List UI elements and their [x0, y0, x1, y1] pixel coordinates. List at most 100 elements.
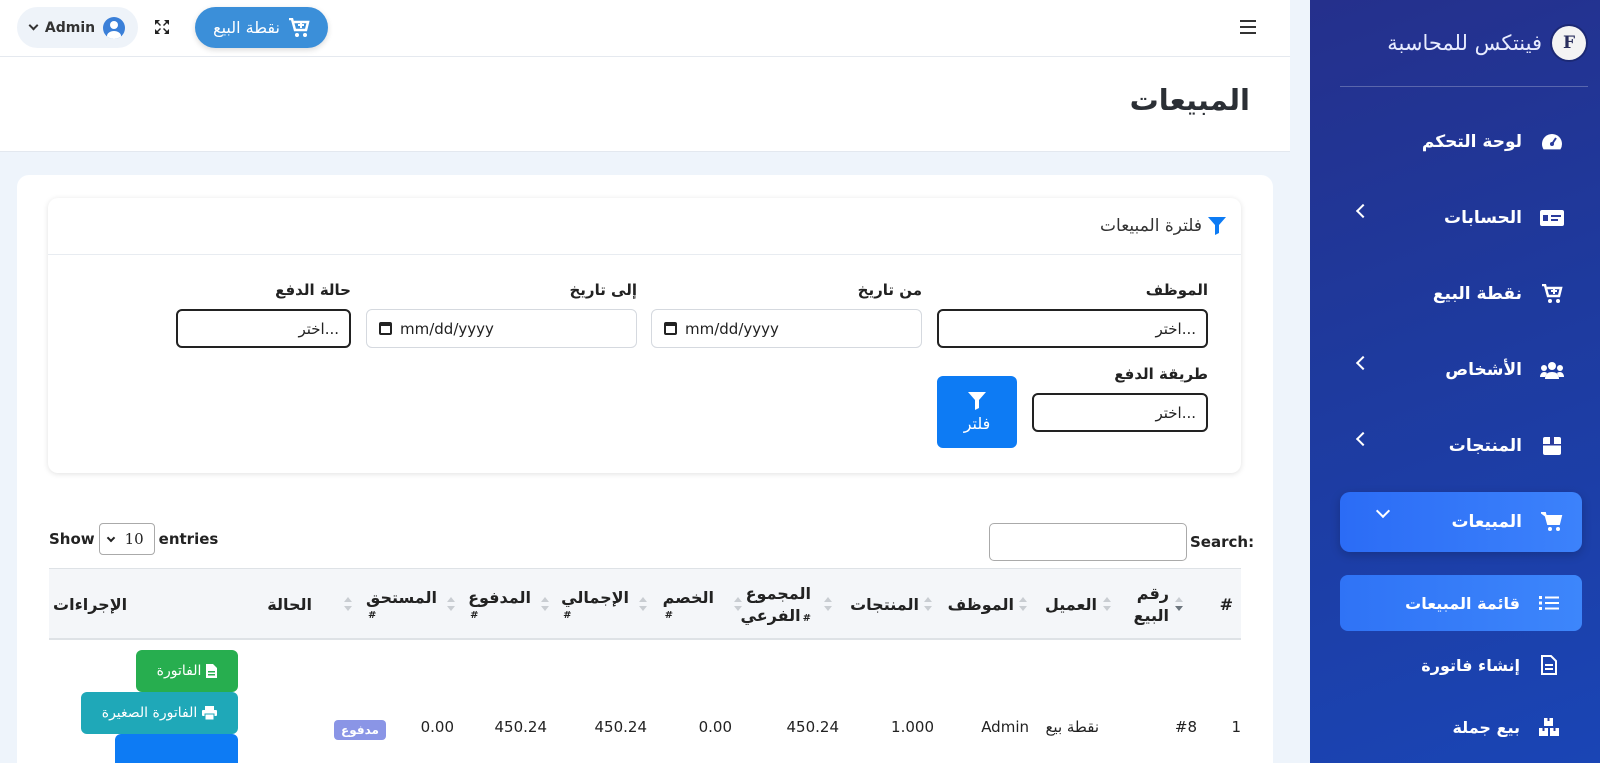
col-paid[interactable]: المدفوع #	[468, 569, 531, 641]
sort-icon	[447, 597, 455, 611]
table-search: Search:	[989, 523, 1254, 561]
sidebar-item-pos[interactable]: نقطة البيع	[1340, 264, 1582, 324]
sort-hash: #	[664, 610, 674, 622]
col-due[interactable]: المستحق #	[366, 569, 437, 641]
menu-toggle-icon[interactable]	[1240, 20, 1256, 34]
brand[interactable]: F فينتكس للمحاسبة	[1340, 0, 1588, 87]
sidebar-subitem-label: بيع جملة	[1452, 717, 1520, 737]
sidebar-subitem-create-invoice[interactable]: إنشاء فاتورة	[1340, 637, 1582, 693]
col-sale-no[interactable]: رقم البيع	[1129, 569, 1169, 641]
payment-status-select[interactable]: اختر...	[176, 309, 351, 348]
user-menu-button[interactable]: Admin	[17, 7, 138, 48]
col-sale-no-line2: البيع	[1133, 606, 1169, 625]
sort-hash: #	[470, 610, 479, 622]
cell-discount: 0.00	[698, 718, 732, 736]
col-status[interactable]: الحالة	[264, 569, 312, 641]
chevron-down-icon	[106, 533, 115, 542]
col-subtotal[interactable]: المجموع الفرعي #	[741, 569, 811, 641]
page-header: المبيعات	[0, 57, 1290, 152]
entries-select[interactable]: 10	[98, 523, 155, 555]
payment-method-select[interactable]: اختر...	[1032, 393, 1208, 432]
from-date-label: من تاريخ	[857, 281, 922, 299]
employee-group: الموظف اختر...	[937, 281, 1208, 348]
col-customer[interactable]: العميل	[1039, 569, 1097, 641]
show-label: Show	[49, 530, 95, 548]
show-entries: Show 10 entries	[49, 523, 218, 555]
cell-subtotal: 450.24	[786, 718, 840, 736]
payment-status-label: حالة الدفع	[275, 281, 351, 299]
sort-icon	[824, 597, 832, 611]
action-button[interactable]	[115, 734, 238, 763]
filter-button-label: فلتر	[963, 413, 991, 433]
sort-icon	[1103, 597, 1111, 611]
box-icon	[1540, 434, 1564, 458]
sidebar-subnav: قائمة المبيعات إنشاء فاتورة بيع جملة	[1340, 575, 1582, 761]
sidebar-item-accounts[interactable]: الحسابات	[1340, 188, 1582, 248]
sort-icon	[344, 597, 352, 611]
file-invoice-icon	[1538, 654, 1560, 676]
to-date-label: إلى تاريخ	[569, 281, 637, 299]
small-invoice-button-label: الفاتورة الصغيرة	[101, 705, 198, 721]
brand-logo: F	[1552, 26, 1586, 60]
sidebar-item-label: الحسابات	[1444, 208, 1522, 228]
col-employee[interactable]: الموظف	[944, 569, 1014, 641]
filter-header: فلترة المبيعات	[48, 198, 1241, 255]
from-date-input[interactable]: mm/dd/yyyy	[651, 309, 922, 348]
to-date-group: إلى تاريخ mm/dd/yyyy	[366, 281, 637, 348]
filter-card: فلترة المبيعات الموظف اختر... من تاريخ m…	[48, 198, 1241, 473]
sort-icon	[639, 597, 647, 611]
cell-sale-no: #8	[1174, 718, 1197, 736]
pos-button[interactable]: نقطة البيع	[195, 7, 328, 48]
filter-button[interactable]: فلتر	[937, 376, 1017, 448]
sidebar-subitem-label: إنشاء فاتورة	[1421, 655, 1520, 675]
chevron-down-icon	[28, 20, 39, 31]
col-index[interactable]: #	[1209, 569, 1233, 641]
fullscreen-button[interactable]	[152, 17, 172, 37]
sidebar: F فينتكس للمحاسبة لوحة التحكم الحسابات ن…	[1310, 0, 1600, 763]
col-total[interactable]: الإجمالي #	[561, 569, 629, 641]
col-actions: الإجراءات	[53, 569, 127, 641]
cell-paid: 450.24	[494, 718, 548, 736]
col-discount[interactable]: الخصم #	[663, 569, 714, 641]
sort-icon	[924, 597, 932, 611]
payment-method-group: طريقة الدفع اختر...	[1032, 365, 1208, 432]
employee-select[interactable]: اختر...	[937, 309, 1208, 348]
payment-status-group: حالة الدفع اختر...	[176, 281, 351, 348]
small-invoice-button[interactable]: الفاتورة الصغيرة	[81, 692, 238, 734]
col-subtotal-line2: الفرعي	[740, 606, 801, 625]
sidebar-nav: لوحة التحكم الحسابات نقطة البيع الأشخاص	[1340, 112, 1582, 568]
chevron-down-icon	[1375, 503, 1391, 519]
print-icon	[202, 706, 218, 720]
sidebar-item-sales[interactable]: المبيعات	[1340, 492, 1582, 552]
brand-name: فينتكس للمحاسبة	[1387, 31, 1542, 55]
sidebar-item-people[interactable]: الأشخاص	[1340, 340, 1582, 400]
to-date-value: mm/dd/yyyy	[400, 319, 494, 338]
sidebar-item-label: المنتجات	[1448, 436, 1522, 456]
search-label: Search:	[1190, 533, 1255, 551]
invoice-button[interactable]: الفاتورة	[136, 650, 238, 692]
boxes-icon	[1538, 716, 1560, 738]
col-products[interactable]: المنتجات	[849, 569, 919, 641]
calendar-icon	[664, 322, 677, 335]
entries-value: 10	[124, 530, 144, 548]
sidebar-subitem-wholesale[interactable]: بيع جملة	[1340, 699, 1582, 755]
payment-method-label: طريقة الدفع	[1114, 365, 1208, 383]
chevron-left-icon	[1355, 355, 1371, 371]
sidebar-item-products[interactable]: المنتجات	[1340, 416, 1582, 476]
to-date-input[interactable]: mm/dd/yyyy	[366, 309, 637, 348]
calendar-icon	[379, 322, 392, 335]
table-header: # رقم البيع العميل الموظف المنتجات المجمو…	[49, 568, 1241, 640]
expand-icon	[155, 20, 169, 34]
status-badge: مدفوع	[334, 720, 386, 740]
col-sale-no-line1: رقم	[1136, 584, 1169, 604]
sidebar-item-label: الأشخاص	[1445, 360, 1522, 380]
file-pdf-icon	[206, 664, 218, 678]
sidebar-item-dashboard[interactable]: لوحة التحكم	[1340, 112, 1582, 172]
search-input[interactable]	[989, 523, 1187, 561]
sort-icon	[541, 597, 549, 611]
col-index-label: #	[1219, 595, 1233, 615]
user-name: Admin	[44, 19, 96, 36]
cell-employee: Admin	[981, 718, 1029, 736]
sort-icon	[1175, 597, 1183, 611]
sidebar-subitem-sales-list[interactable]: قائمة المبيعات	[1340, 575, 1582, 631]
